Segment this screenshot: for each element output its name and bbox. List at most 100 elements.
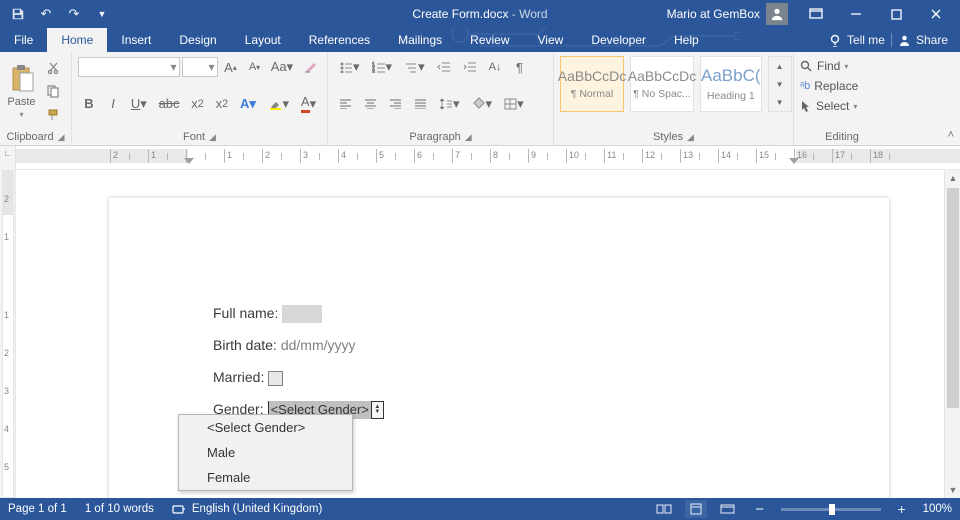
- birthdate-field[interactable]: dd/mm/yyyy: [281, 336, 356, 356]
- justify[interactable]: [409, 93, 432, 115]
- view-web[interactable]: [717, 500, 739, 518]
- view-read[interactable]: [653, 500, 675, 518]
- font-color[interactable]: A▾: [296, 93, 321, 115]
- select-button[interactable]: Select▾: [800, 96, 884, 116]
- tab-design[interactable]: Design: [165, 28, 230, 52]
- tab-home[interactable]: Home: [47, 28, 107, 52]
- tab-references[interactable]: References: [295, 28, 384, 52]
- format-painter-button[interactable]: [41, 104, 65, 126]
- shading[interactable]: ▾: [467, 93, 498, 115]
- fullname-field[interactable]: [282, 305, 322, 323]
- find-button[interactable]: Find▾: [800, 56, 884, 76]
- multilevel[interactable]: ▾: [399, 56, 430, 78]
- tab-layout[interactable]: Layout: [231, 28, 295, 52]
- font-name-combo[interactable]: ▾: [78, 57, 180, 77]
- bullets[interactable]: ▾: [334, 56, 365, 78]
- ribbon-display-options[interactable]: [796, 0, 836, 28]
- collapse-ribbon[interactable]: ˄: [948, 129, 954, 141]
- tab-insert[interactable]: Insert: [107, 28, 165, 52]
- line-spacing[interactable]: ▾: [434, 93, 465, 115]
- qat-redo[interactable]: ↷: [62, 3, 86, 25]
- married-checkbox[interactable]: [268, 371, 283, 386]
- superscript-button[interactable]: x2: [211, 93, 233, 115]
- minimize-button[interactable]: [836, 0, 876, 28]
- qat-save[interactable]: [6, 3, 30, 25]
- dialog-launcher-icon[interactable]: ◢: [465, 132, 472, 143]
- gender-dropdown: <Select Gender> Male Female: [178, 414, 353, 491]
- style-no-spacing[interactable]: AaBbCcDc¶ No Spac...: [630, 56, 694, 112]
- dialog-launcher-icon[interactable]: ◢: [58, 132, 65, 143]
- tell-me[interactable]: Tell me: [829, 33, 885, 47]
- copy-button[interactable]: [41, 80, 65, 102]
- grow-font[interactable]: A▴: [220, 56, 242, 78]
- zoom-slider[interactable]: [781, 508, 881, 511]
- married-label: Married:: [213, 368, 264, 388]
- replace-button[interactable]: ᵃbReplace: [800, 76, 884, 96]
- tab-review[interactable]: Review: [456, 28, 523, 52]
- decrease-indent[interactable]: [432, 56, 456, 78]
- horizontal-ruler[interactable]: [16, 146, 960, 170]
- tab-view[interactable]: View: [524, 28, 578, 52]
- vertical-scrollbar[interactable]: ▲ ▼: [944, 170, 960, 498]
- qat-customize[interactable]: ▼: [90, 3, 114, 25]
- zoom-in[interactable]: +: [891, 500, 913, 518]
- status-language[interactable]: English (United Kingdom): [172, 503, 322, 515]
- close-button[interactable]: [916, 0, 956, 28]
- vertical-ruler[interactable]: 2 1 1 2 3 4 5: [0, 170, 16, 498]
- dialog-launcher-icon[interactable]: ◢: [687, 132, 694, 143]
- highlight-button[interactable]: ▾: [263, 93, 294, 115]
- styles-scroll-up[interactable]: ▲: [769, 57, 791, 75]
- zoom-value[interactable]: 100%: [923, 503, 952, 515]
- status-words[interactable]: 1 of 10 words: [85, 503, 154, 515]
- styles-expand[interactable]: ▼: [769, 93, 791, 111]
- numbering[interactable]: 123▾: [367, 56, 398, 78]
- tab-selector[interactable]: ∟: [0, 146, 16, 170]
- share-button[interactable]: Share: [898, 33, 948, 47]
- font-group-label: Font: [183, 131, 205, 143]
- view-print[interactable]: [685, 500, 707, 518]
- status-page[interactable]: Page 1 of 1: [8, 503, 67, 515]
- borders[interactable]: ▾: [499, 93, 529, 115]
- font-size-combo[interactable]: ▾: [182, 57, 218, 77]
- bold-button[interactable]: B: [78, 93, 100, 115]
- gender-option[interactable]: <Select Gender>: [179, 415, 352, 440]
- zoom-out[interactable]: −: [749, 500, 771, 518]
- style-heading1[interactable]: AaBbC(Heading 1: [700, 56, 762, 112]
- gender-option[interactable]: Male: [179, 440, 352, 465]
- increase-indent[interactable]: [458, 56, 482, 78]
- sort[interactable]: A↓: [484, 56, 507, 78]
- cut-button[interactable]: [41, 56, 65, 78]
- tab-mailings[interactable]: Mailings: [384, 28, 456, 52]
- account[interactable]: Mario at GemBox: [667, 3, 788, 25]
- document-page[interactable]: Full name: Birth date: dd/mm/yyyy Marrie…: [109, 198, 889, 498]
- qat-undo[interactable]: ↶: [34, 3, 58, 25]
- svg-text:3: 3: [372, 70, 375, 73]
- gender-option[interactable]: Female: [179, 465, 352, 490]
- dialog-launcher-icon[interactable]: ◢: [209, 132, 216, 143]
- tab-file[interactable]: File: [0, 28, 47, 52]
- underline-button[interactable]: U▾: [126, 93, 152, 115]
- styles-scroll-down[interactable]: ▼: [769, 75, 791, 93]
- align-left[interactable]: [334, 93, 357, 115]
- scroll-thumb[interactable]: [947, 188, 959, 408]
- shrink-font[interactable]: A▾: [244, 56, 266, 78]
- maximize-button[interactable]: [876, 0, 916, 28]
- clear-formatting[interactable]: [298, 56, 321, 78]
- style-normal[interactable]: AaBbCcDc¶ Normal: [560, 56, 624, 112]
- tab-help[interactable]: Help: [660, 28, 713, 52]
- show-marks[interactable]: ¶: [508, 56, 530, 78]
- italic-button[interactable]: I: [102, 93, 124, 115]
- align-right[interactable]: [384, 93, 407, 115]
- align-center[interactable]: [359, 93, 382, 115]
- tab-developer[interactable]: Developer: [577, 28, 660, 52]
- paste-button[interactable]: Paste ▾: [6, 56, 37, 126]
- chevron-updown-icon: ▲▼: [371, 402, 383, 418]
- scroll-up[interactable]: ▲: [945, 170, 960, 186]
- fullname-label: Full name:: [213, 304, 278, 324]
- change-case[interactable]: Aa▾: [268, 56, 297, 78]
- text-effects[interactable]: A▾: [235, 93, 261, 115]
- subscript-button[interactable]: x2: [186, 93, 208, 115]
- scroll-down[interactable]: ▼: [945, 482, 960, 498]
- clipboard-group-label: Clipboard: [6, 131, 53, 143]
- strike-button[interactable]: abc: [154, 93, 185, 115]
